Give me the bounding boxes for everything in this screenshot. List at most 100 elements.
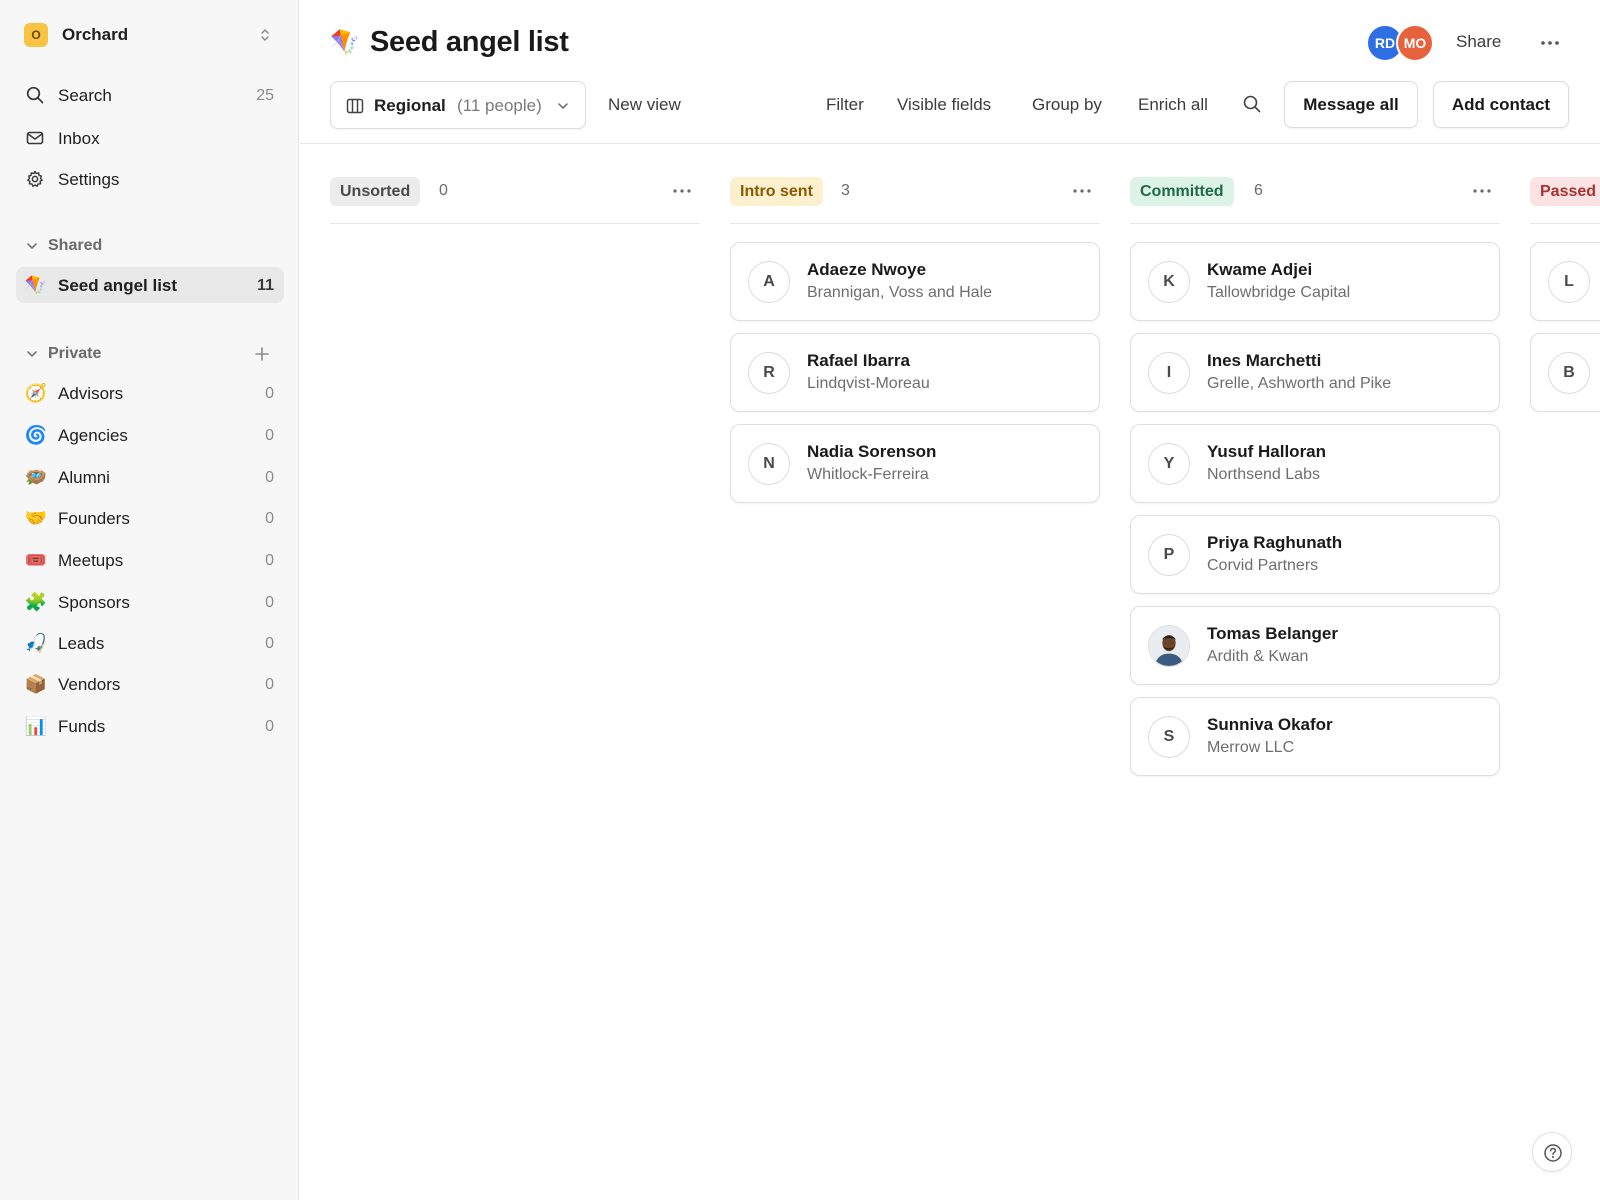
sidebar-item-label: Seed angel list [58,276,178,295]
status-badge: Intro sent [730,177,823,206]
sidebar-item-label: Leads [58,634,105,653]
gear-icon [27,170,43,187]
avatar[interactable]: MO [1396,24,1434,62]
sidebar-item-settings[interactable]: Settings [16,161,284,197]
sidebar: O Orchard Search 25 Inbox Settings Share… [0,0,299,1200]
kite-icon: 🪁 [330,29,360,56]
view-name: Regional [374,96,446,115]
help-button[interactable] [1532,1132,1572,1172]
sidebar-item-funds[interactable]: 📊 Funds 0 [16,708,284,744]
section-shared-toggle[interactable]: Shared [16,232,284,260]
page-title: Seed angel list [370,26,569,58]
column-header: Passed [1530,176,1600,224]
sidebar-item-label: Inbox [58,129,100,148]
contact-name: Yusuf Halloran [1207,442,1327,461]
board-column-passed: Passed L B [1530,176,1600,412]
sidebar-item-count: 11 [257,277,274,294]
avatar: S [1148,716,1190,758]
contact-name: Priya Raghunath [1207,533,1343,552]
sidebar-item-agencies[interactable]: 🌀 Agencies 0 [16,417,284,453]
sidebar-item-label: Settings [58,170,120,189]
contact-card[interactable]: I Ines Marchetti Grelle, Ashworth and Pi… [1130,333,1500,412]
contact-company: Ardith & Kwan [1207,648,1309,665]
section-label: Shared [48,237,103,254]
share-button[interactable]: Share [1456,32,1501,52]
cyclone-icon: 🌀 [24,425,48,445]
sidebar-item-alumni[interactable]: 🪺 Alumni 0 [16,459,284,495]
contact-card[interactable]: A Adaeze Nwoye Brannigan, Voss and Hale [730,242,1100,321]
avatar: A [748,261,790,303]
status-badge: Unsorted [330,177,421,206]
more-horizontal-icon[interactable] [1072,188,1092,194]
contact-card[interactable]: Y Yusuf Halloran Northsend Labs [1130,424,1500,503]
sidebar-item-count: 0 [265,385,274,402]
message-all-button[interactable]: Message all [1284,81,1418,128]
sidebar-item-meetups[interactable]: 🎟️ Meetups 0 [16,542,284,578]
more-horizontal-icon[interactable] [1538,36,1562,50]
board-column-committed: Committed 6 K Kwame Adjei Tallowbridge C… [1130,176,1500,776]
contact-card[interactable]: P Priya Raghunath Corvid Partners [1130,515,1500,594]
contact-company: Whitlock-Ferreira [807,466,929,483]
avatar: Y [1148,443,1190,485]
collaborator-avatars[interactable]: RD MO [1366,24,1436,62]
contact-card[interactable]: S Sunniva Okafor Merrow LLC [1130,697,1500,776]
more-horizontal-icon[interactable] [1472,188,1492,194]
view-selector[interactable]: Regional (11 people) [330,81,586,129]
header-divider [300,143,1600,144]
contact-card[interactable]: Tomas Belanger Ardith & Kwan [1130,606,1500,685]
search-icon[interactable] [1242,94,1262,114]
chevron-down-icon [27,351,37,357]
chevron-down-icon [558,103,568,109]
sidebar-item-leads[interactable]: 🎣 Leads 0 [16,625,284,661]
sidebar-item-count: 0 [265,510,274,527]
sidebar-item-count: 0 [265,552,274,569]
workspace-name: Orchard [62,25,129,44]
contact-name: Rafael Ibarra [807,351,910,370]
enrich-all-button[interactable]: Enrich all [1138,95,1208,115]
kite-icon: 🪁 [24,275,48,295]
group-by-button[interactable]: Group by [1032,95,1102,115]
chevron-down-icon [27,243,37,249]
add-contact-button[interactable]: Add contact [1433,81,1569,128]
sidebar-item-sponsors[interactable]: 🧩 Sponsors 0 [16,584,284,620]
contact-card[interactable]: R Rafael Ibarra Lindqvist-Moreau [730,333,1100,412]
contact-card[interactable]: N Nadia Sorenson Whitlock-Ferreira [730,424,1100,503]
filter-button[interactable]: Filter [826,95,864,115]
avatar: P [1148,534,1190,576]
contact-name: Kwame Adjei [1207,260,1313,279]
new-view-button[interactable]: New view [608,95,681,115]
person-photo-icon [1149,626,1189,666]
puzzle-icon: 🧩 [24,592,48,612]
board-column-unsorted: Unsorted 0 [330,176,700,224]
contact-company: Tallowbridge Capital [1207,284,1351,301]
sidebar-item-founders[interactable]: 🤝 Founders 0 [16,500,284,536]
contact-name: Adaeze Nwoye [807,260,927,279]
sidebar-item-count: 0 [265,718,274,735]
sidebar-item-label: Founders [58,509,130,528]
contact-company: Northsend Labs [1207,466,1320,483]
board-column-intro-sent: Intro sent 3 A Adaeze Nwoye Brannigan, V… [730,176,1100,503]
contact-company: Grelle, Ashworth and Pike [1207,375,1392,392]
sidebar-item-inbox[interactable]: Inbox [16,120,284,156]
more-horizontal-icon[interactable] [672,188,692,194]
sidebar-item-advisors[interactable]: 🧭 Advisors 0 [16,375,284,411]
contact-card[interactable]: L [1530,242,1600,321]
contact-card[interactable]: K Kwame Adjei Tallowbridge Capital [1130,242,1500,321]
view-count: (11 people) [457,96,542,115]
contact-name: Nadia Sorenson [807,442,937,461]
sidebar-item-search[interactable]: Search 25 [16,77,284,113]
sidebar-item-label: Agencies [58,426,128,445]
sidebar-item-vendors[interactable]: 📦 Vendors 0 [16,666,284,702]
sidebar-item-seed-angel-list[interactable]: 🪁 Seed angel list 11 [16,267,284,303]
add-list-icon[interactable] [252,344,272,364]
workspace-switcher[interactable]: O Orchard [16,20,284,50]
visible-fields-button[interactable]: Visible fields [897,95,991,115]
contact-card[interactable]: B [1530,333,1600,412]
sidebar-item-label: Meetups [58,551,124,570]
section-private-toggle[interactable]: Private [16,340,284,368]
status-badge: Committed [1130,177,1234,206]
columns-icon [346,98,364,114]
bar-chart-icon: 📊 [24,716,48,736]
avatar: I [1148,352,1190,394]
contact-company: Merrow LLC [1207,739,1295,756]
